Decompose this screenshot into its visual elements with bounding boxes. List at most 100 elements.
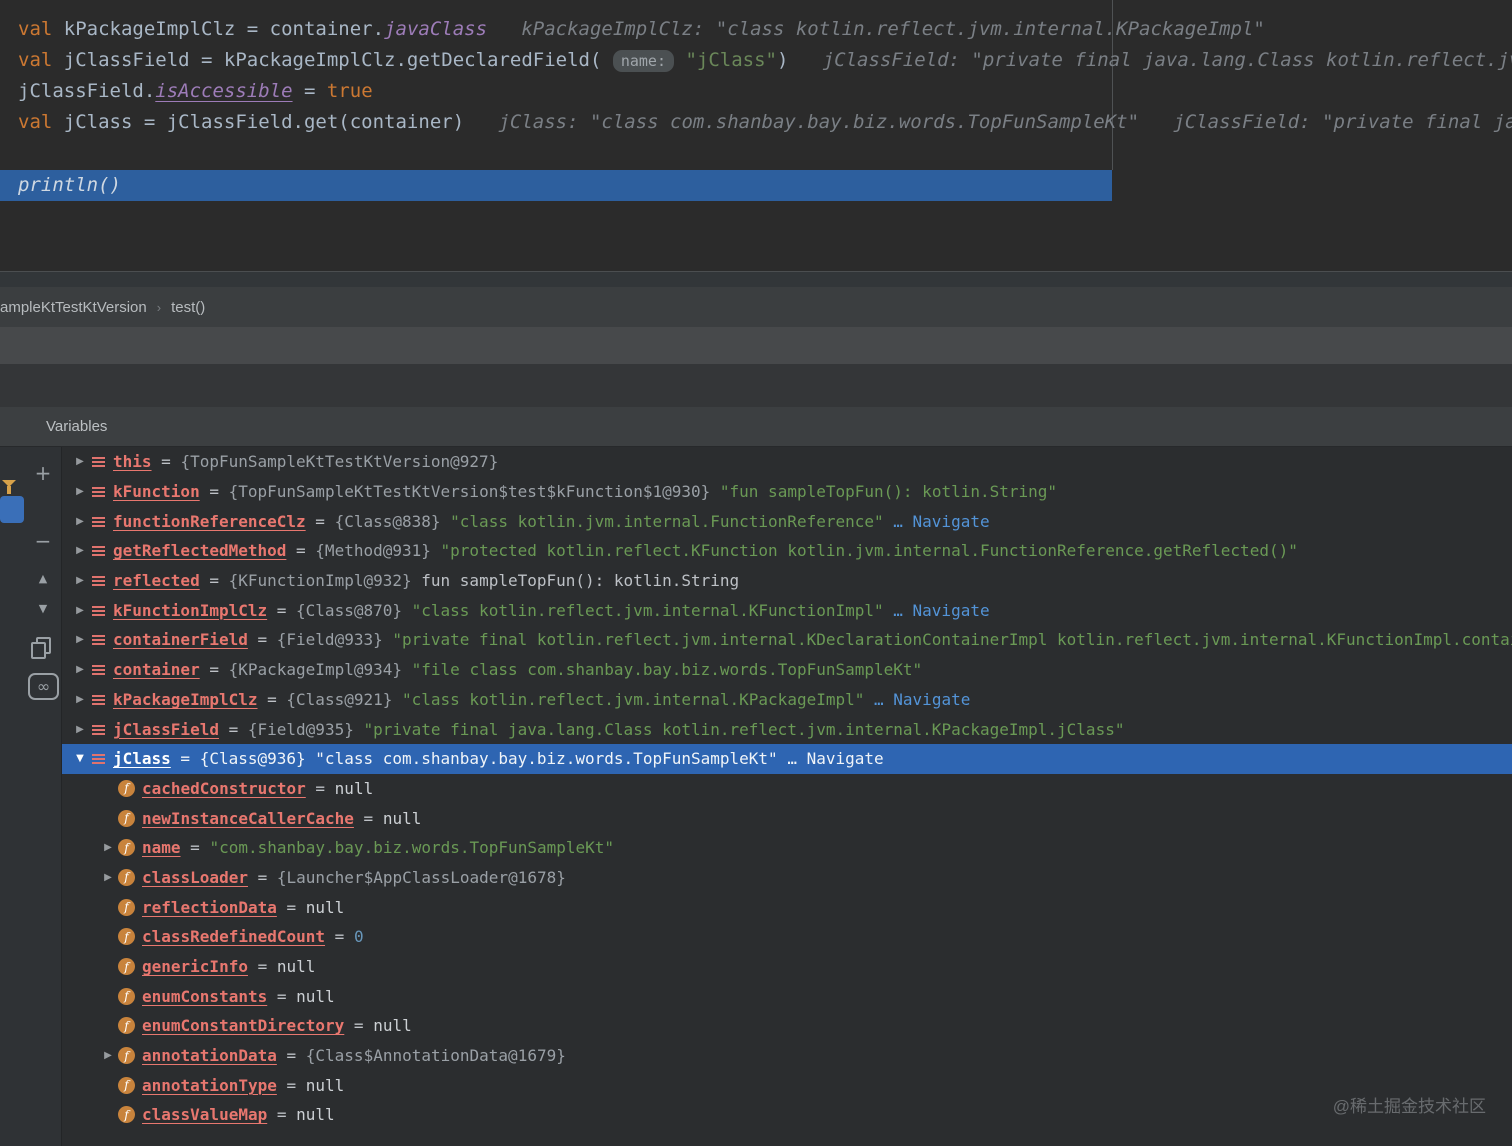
variable-row-kPackageImplClz[interactable]: ▶ kPackageImplClz = {Class@921} "class ko… [62,685,1512,715]
variable-row-classLoader[interactable]: ▶ f classLoader = {Launcher$AppClassLoader… [62,863,1512,893]
add-watch-button[interactable]: + [28,458,58,488]
navigate-link[interactable]: … Navigate [893,601,989,620]
watermark: @稀土掘金技术社区 [1332,1097,1486,1116]
variable-row-containerField[interactable]: ▶ containerField = {Field@933} "private f… [62,625,1512,655]
variable-row-kFunctionImplClz[interactable]: ▶ kFunctionImplClz = {Class@870} "class k… [62,595,1512,625]
variable-value: {Class@921} [286,689,402,709]
expand-collapsed-icon[interactable]: ▶ [98,842,118,853]
variable-row-name[interactable]: ▶ f name = "com.shanbay.bay.biz.words.TopF… [62,833,1512,863]
variable-row-kFunction[interactable]: ▶ kFunction = {TopFunSampleKtTestKtVersio… [62,477,1512,507]
code-token: javaClass [384,18,488,40]
code-token: "jClass" [674,49,777,71]
navigate-link[interactable]: … Navigate [893,512,989,531]
field-icon: f [118,928,135,946]
variable-value: = [353,808,383,828]
move-down-icon[interactable]: ▼ [28,593,58,623]
expand-collapsed-icon[interactable]: ▶ [70,516,90,527]
code-token: ) [776,49,789,71]
expand-collapsed-icon[interactable]: ▶ [70,664,90,675]
variable-row-genericInfo[interactable]: f genericInfo = null [62,952,1512,982]
remove-watch-button[interactable]: − [28,526,58,556]
breadcrumb-method[interactable]: test() [171,299,205,316]
code-line-2[interactable]: val jClassField = kPackageImplClz.getDec… [18,45,1512,76]
variable-name: classValueMap [142,1105,268,1125]
variable-value: "private final kotlin.reflect.jvm.intern… [392,630,1512,650]
field-icon: f [118,958,135,976]
breadcrumb-class[interactable]: ampleKtTestKtVersion [0,299,147,316]
expand-collapsed-icon[interactable]: ▶ [70,456,90,467]
variable-name: functionReferenceClz [113,511,306,531]
expand-collapsed-icon[interactable]: ▶ [70,634,90,645]
field-icon: f [118,839,135,857]
variable-icon [92,456,105,468]
variable-name: newInstanceCallerCache [142,808,354,828]
variable-value: = [344,1016,374,1036]
variable-name: getReflectedMethod [113,541,287,561]
code-line-3[interactable]: jClassField.isAccessible = true [18,76,1512,107]
watches-icon[interactable]: ∞ [28,673,59,700]
variable-row-enumConstants[interactable]: f enumConstants = null [62,981,1512,1011]
variable-row-getReflectedMethod[interactable]: ▶ getReflectedMethod = {Method@931} "prot… [62,536,1512,566]
move-up-icon[interactable]: ▲ [28,563,58,593]
variable-row-annotationType[interactable]: f annotationType = null [62,1070,1512,1100]
variable-row-annotationData[interactable]: ▶ f annotationData = {Class$AnnotationData… [62,1041,1512,1071]
variable-row-newInstanceCallerCache[interactable]: f newInstanceCallerCache = null [62,803,1512,833]
variable-value: = [247,867,277,887]
field-icon: f [118,779,135,797]
expand-collapsed-icon[interactable]: ▶ [70,694,90,705]
filter-icon[interactable] [2,480,16,495]
variable-value: "class kotlin.reflect.jvm.internal.KPack… [402,689,875,709]
variable-value: {KPackageImpl@934} [228,660,412,680]
code-line-4[interactable]: val jClass = jClassField.get(container) … [18,107,1512,138]
variable-row-cachedConstructor[interactable]: f cachedConstructor = null [62,774,1512,804]
variable-value: = [267,600,297,620]
expand-collapsed-icon[interactable]: ▶ [70,724,90,735]
variables-title: Variables [46,418,108,435]
variable-name: annotationType [142,1075,277,1095]
variable-value: {Method@931} [315,541,441,561]
expand-collapsed-icon[interactable]: ▶ [70,605,90,616]
variable-row-reflectionData[interactable]: f reflectionData = null [62,892,1512,922]
variable-row-container[interactable]: ▶ container = {KPackageImpl@934} "file cl… [62,655,1512,685]
execution-line[interactable]: println() [0,170,1112,201]
inline-debug-hint: kPackageImplClz: "class kotlin.reflect.j… [487,18,1265,40]
variable-row-functionReferenceClz[interactable]: ▶ functionReferenceClz = {Class@838} "cla… [62,506,1512,536]
variable-value: = [305,511,335,531]
inline-debug-hint: jClassField: "private final java.lang.Cl… [822,49,1512,71]
expand-expanded-icon[interactable]: ▼ [70,753,90,764]
code-line-1[interactable]: val kPackageImplClz = container.javaClas… [18,14,1512,45]
variable-row-reflected[interactable]: ▶ reflected = {KFunctionImpl@932} fun sam… [62,566,1512,596]
variable-name: container [113,660,200,680]
expand-collapsed-icon[interactable]: ▶ [98,872,118,883]
variable-row-classValueMap[interactable]: f classValueMap = null [62,1100,1512,1130]
variable-row-this[interactable]: ▶ this = {TopFunSampleKtTestKtVersion@927… [62,447,1512,477]
copy-icon[interactable] [31,637,51,659]
expand-collapsed-icon[interactable]: ▶ [70,545,90,556]
code-token: isAccessible [155,80,293,102]
expand-collapsed-icon[interactable]: ▶ [70,486,90,497]
variable-icon [92,694,105,706]
variable-value: {Class@936} [199,749,316,769]
variable-value: "class kotlin.reflect.jvm.internal.KFunc… [411,600,894,620]
variable-value: = [170,749,200,769]
code-token: = [292,80,327,102]
variable-name: enumConstantDirectory [142,1016,345,1036]
navigate-link[interactable]: … Navigate [874,690,970,709]
frame-breadcrumb: ampleKtTestKtVersion › test() [0,287,1512,327]
variable-row-jClassField[interactable]: ▶ jClassField = {Field@935} "private fina… [62,714,1512,744]
variables-panel: + − ▲ ▼ ∞ ▶ this = {TopFunSampleKtTestKtV… [0,447,1512,1146]
field-icon: f [118,1017,135,1035]
variables-toolbar: + − ▲ ▼ ∞ [0,447,62,1146]
expand-collapsed-icon[interactable]: ▶ [70,575,90,586]
variable-row-classRedefinedCount[interactable]: f classRedefinedCount = 0 [62,922,1512,952]
variable-row-jClass[interactable]: ▼ jClass = {Class@936} "class com.shanbay… [62,743,1512,774]
field-icon: f [118,898,135,916]
variable-value: = [151,452,181,472]
variable-row-enumConstantDirectory[interactable]: f enumConstantDirectory = null [62,1011,1512,1041]
variable-value: = [325,927,354,947]
variable-value: = [305,778,335,798]
code-editor[interactable]: val kPackageImplClz = container.javaClas… [0,0,1512,271]
field-icon: f [118,1076,135,1094]
navigate-link[interactable]: … Navigate [787,749,883,768]
expand-collapsed-icon[interactable]: ▶ [98,1050,118,1061]
